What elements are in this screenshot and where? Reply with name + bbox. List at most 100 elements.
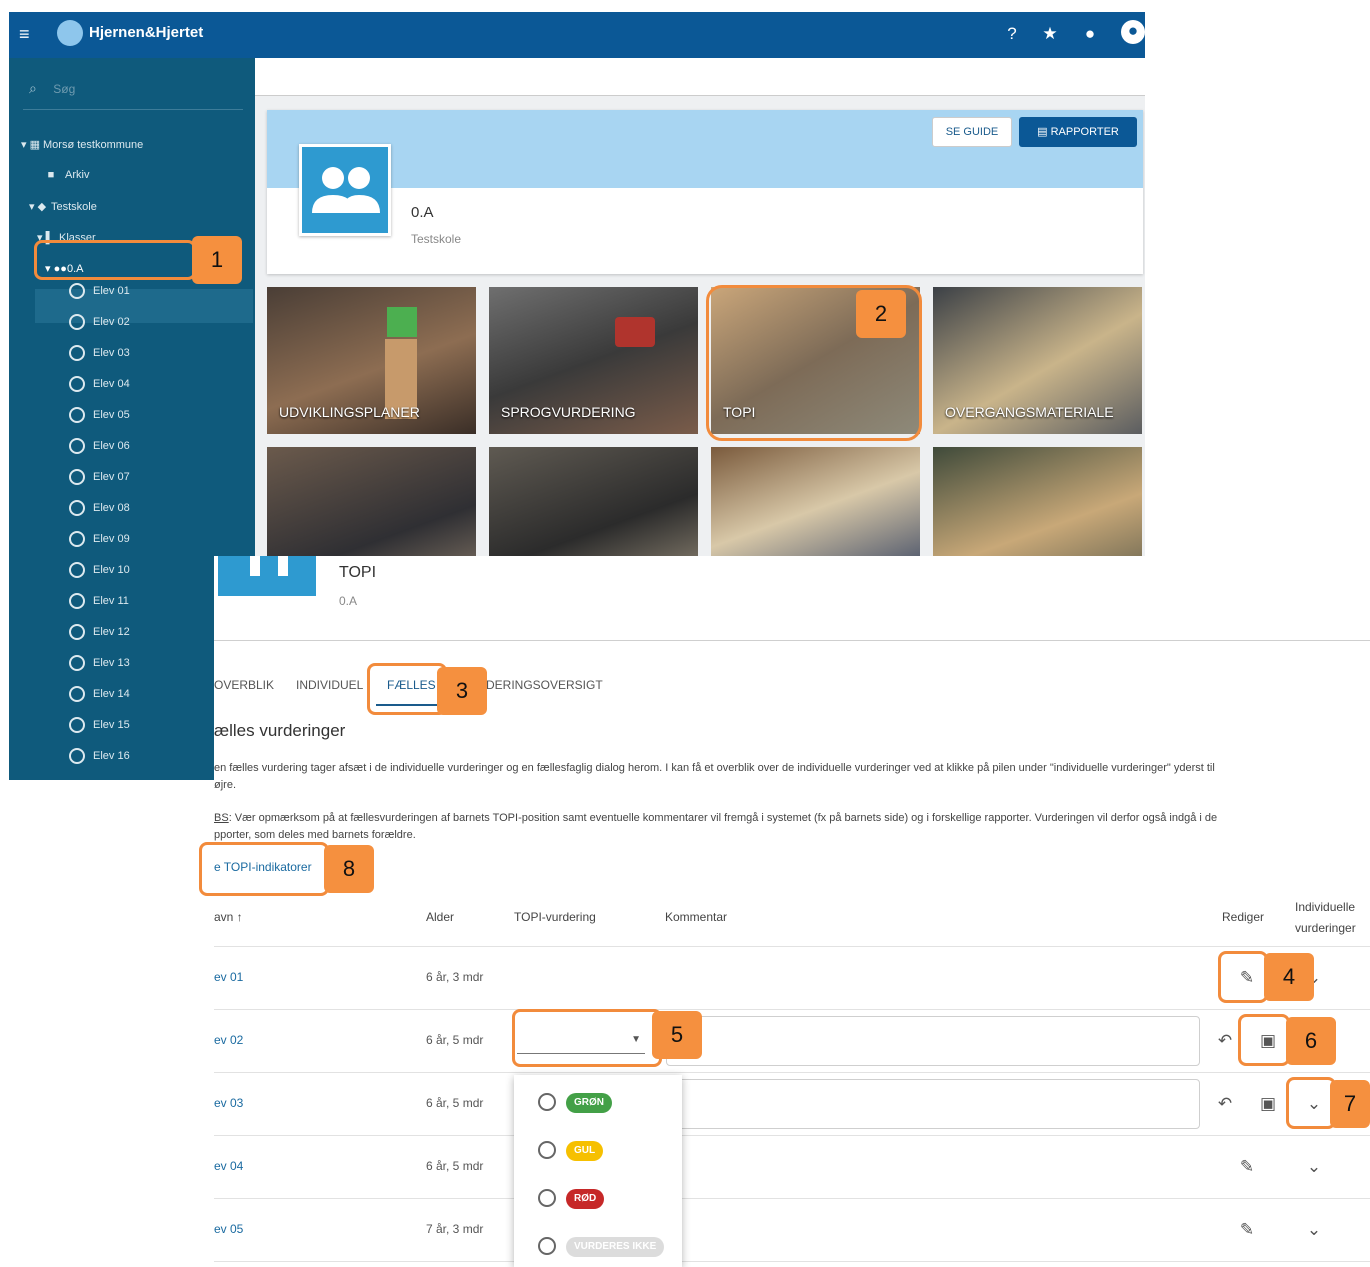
chevron-down-icon[interactable]: ⌄ — [1303, 1219, 1325, 1241]
save-icon[interactable]: ▣ — [1257, 1093, 1279, 1115]
tree-item-kommune[interactable]: ▾ ▦ Morsø testkommune — [21, 138, 143, 151]
student-item[interactable]: Elev 02 — [69, 314, 130, 330]
callout-7: 7 — [1330, 1080, 1370, 1128]
student-item[interactable]: Elev 10 — [69, 562, 130, 578]
guide-button[interactable]: SE GUIDE — [932, 117, 1012, 147]
star-icon[interactable]: ★ — [1039, 23, 1061, 45]
option-chip: VURDERES IKKE — [566, 1237, 665, 1257]
tile-sprogvurdering[interactable]: SPROGVURDERING — [489, 287, 698, 434]
option-roed[interactable]: RØD — [514, 1171, 682, 1219]
top-app-bar: ≡ Hjernen&Hjertet ? ★ ● ● — [9, 12, 1145, 58]
option-gul[interactable]: GUL — [514, 1123, 682, 1171]
col-name[interactable]: avn ↑ — [214, 910, 243, 924]
row-divider — [214, 946, 1370, 947]
comment-input[interactable] — [666, 1079, 1200, 1129]
tile-udviklingsplaner[interactable]: UDVIKLINGSPLANER — [267, 287, 476, 434]
callout-frame-6 — [1238, 1014, 1290, 1066]
undo-icon[interactable]: ↶ — [1214, 1093, 1236, 1115]
dashboard-screenshot: ≡ Hjernen&Hjertet ? ★ ● ● ⌕ Søg ▾ ▦ Morsø… — [9, 12, 1145, 556]
student-item[interactable]: Elev 06 — [69, 438, 130, 454]
child-face-icon — [69, 531, 85, 547]
menu-icon[interactable]: ≡ — [19, 24, 35, 46]
student-item[interactable]: Elev 09 — [69, 531, 130, 547]
edit-icon[interactable]: ✎ — [1236, 1219, 1258, 1241]
topi-options-menu: GRØN GUL RØD VURDERES IKKE — [514, 1075, 682, 1267]
group-icon — [312, 167, 380, 213]
tile-image — [615, 317, 655, 347]
student-name-link[interactable]: ev 04 — [214, 1159, 243, 1173]
option-vurderes-ikke[interactable]: VURDERES IKKE — [514, 1219, 682, 1267]
callout-frame-5 — [512, 1009, 662, 1067]
chevron-down-icon[interactable]: ⌄ — [1303, 1156, 1325, 1178]
student-item[interactable]: Elev 04 — [69, 376, 130, 392]
tile-image-6[interactable] — [489, 447, 698, 556]
tab-overblik[interactable]: OVERBLIK — [214, 678, 274, 692]
child-face-icon — [69, 283, 85, 299]
bell-icon[interactable]: ● — [1079, 23, 1101, 45]
tile-image-7[interactable] — [711, 447, 920, 556]
child-face-icon — [69, 593, 85, 609]
option-chip: RØD — [566, 1189, 605, 1209]
row-divider — [214, 1135, 1370, 1136]
student-item[interactable]: Elev 15 — [69, 717, 130, 733]
undo-icon[interactable]: ↶ — [1214, 1030, 1236, 1052]
child-face-icon — [69, 624, 85, 640]
report-button[interactable]: ▤ RAPPORTER — [1019, 117, 1137, 147]
radio-icon — [538, 1237, 556, 1255]
callout-frame-7 — [1286, 1077, 1336, 1129]
student-item[interactable]: Elev 01 — [69, 283, 130, 299]
search-input[interactable]: ⌕ Søg — [23, 80, 243, 110]
student-name-link[interactable]: ev 02 — [214, 1033, 243, 1047]
tile-overgangsmateriale[interactable]: OVERGANGSMATERIALE — [933, 287, 1142, 434]
callout-frame-8 — [199, 842, 329, 896]
student-name-link[interactable]: ev 03 — [214, 1096, 243, 1110]
topi-subtitle: 0.A — [339, 594, 358, 608]
student-item[interactable]: Elev 12 — [69, 624, 130, 640]
child-face-icon — [69, 655, 85, 671]
student-name-link[interactable]: ev 01 — [214, 970, 243, 984]
student-age: 6 år, 5 mdr — [426, 1096, 484, 1110]
student-item[interactable]: Elev 03 — [69, 345, 130, 361]
student-item[interactable]: Elev 08 — [69, 500, 130, 516]
student-item[interactable]: Elev 11 — [69, 593, 129, 609]
student-age: 6 år, 3 mdr — [426, 970, 484, 984]
callout-frame-4 — [1218, 951, 1268, 1003]
callout-frame-1 — [34, 240, 196, 280]
building-icon: ▾ ▦ — [21, 139, 40, 151]
tile-image-8[interactable] — [933, 447, 1142, 556]
tree-item-arkiv[interactable]: ■ Arkiv — [43, 169, 90, 181]
child-face-icon — [69, 376, 85, 392]
tab-vurderingsoversigt[interactable]: DERINGSOVERSIGT — [486, 678, 603, 692]
tree-item-class-selected[interactable] — [35, 289, 253, 323]
student-name-link[interactable]: ev 05 — [214, 1222, 243, 1236]
tile-image-5[interactable] — [267, 447, 476, 556]
row-divider — [214, 1072, 1370, 1073]
avatar-detail — [250, 556, 260, 576]
note-text-cont: pporter, som deles med barnets forældre. — [214, 829, 416, 841]
class-title: 0.A — [411, 204, 434, 221]
account-icon[interactable]: ● — [1121, 20, 1145, 44]
class-subtitle: Testskole — [411, 232, 462, 246]
tree-item-skole[interactable]: ▾ ◆ Testskole — [29, 200, 97, 213]
edit-icon[interactable]: ✎ — [1236, 1156, 1258, 1178]
class-card: 0.A Testskole SE GUIDE ▤ RAPPORTER — [267, 110, 1143, 274]
search-placeholder: Søg — [53, 82, 76, 96]
child-face-icon — [69, 686, 85, 702]
sidebar-continuation: Elev 10 Elev 11 Elev 12 Elev 13 Elev 14 Elev … — [9, 556, 214, 780]
tab-individuel[interactable]: INDIVIDUEL — [296, 678, 363, 692]
class-avatar — [299, 144, 391, 236]
callout-frame-3 — [367, 663, 447, 715]
option-groen[interactable]: GRØN — [514, 1075, 682, 1123]
child-face-icon — [69, 562, 85, 578]
comment-input[interactable] — [666, 1016, 1200, 1066]
help-icon[interactable]: ? — [1001, 23, 1023, 45]
student-item[interactable]: Elev 14 — [69, 686, 130, 702]
student-item[interactable]: Elev 05 — [69, 407, 130, 423]
col-edit: Rediger — [1222, 910, 1265, 924]
student-item[interactable]: Elev 13 — [69, 655, 130, 671]
row-divider — [214, 1009, 1370, 1010]
radio-icon — [538, 1141, 556, 1159]
student-item[interactable]: Elev 16 — [69, 748, 130, 764]
tile-label: OVERGANGSMATERIALE — [945, 404, 1114, 420]
student-item[interactable]: Elev 07 — [69, 469, 130, 485]
